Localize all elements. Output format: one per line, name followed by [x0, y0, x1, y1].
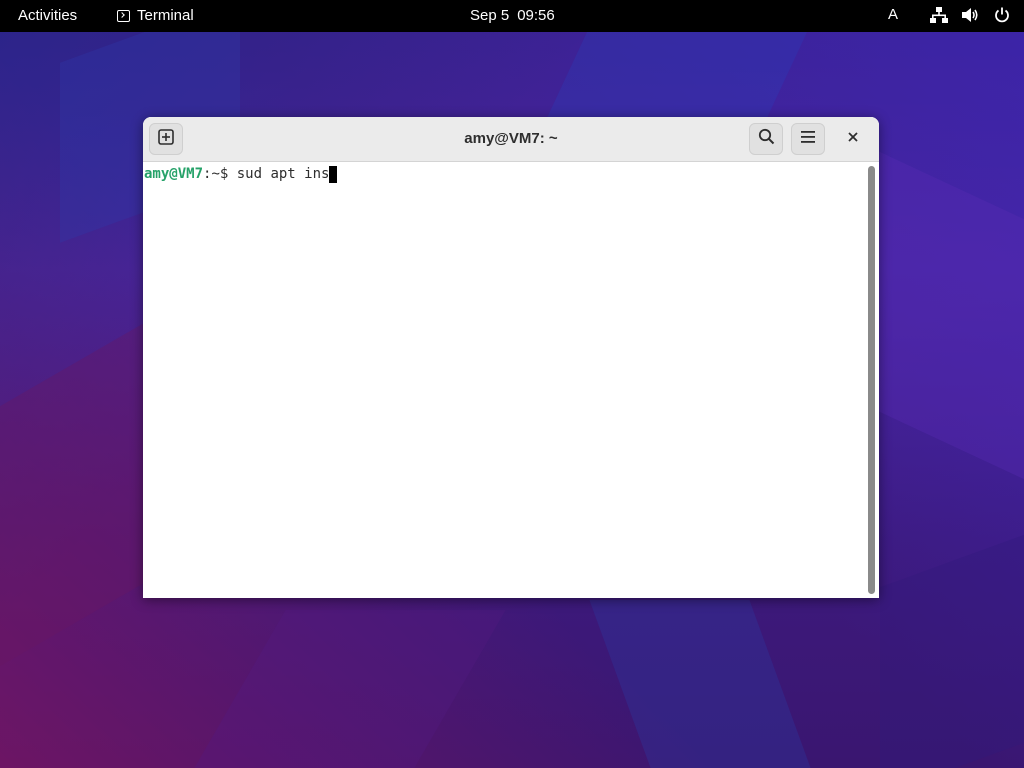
wallpaper-facet	[194, 610, 506, 768]
wallpaper-facet	[880, 532, 1024, 768]
wallpaper-facet	[589, 600, 811, 768]
window-headerbar[interactable]: amy@VM7: ~	[143, 117, 879, 162]
prompt-path: :~$	[203, 166, 237, 182]
close-icon	[847, 130, 859, 148]
scrollbar-thumb[interactable]	[868, 166, 875, 594]
command-line: amy@VM7:~$ sud apt ins	[144, 165, 338, 183]
wallpaper-facet	[0, 313, 160, 667]
search-icon	[758, 128, 775, 150]
typed-command: sud apt ins	[236, 166, 330, 182]
terminal-output-area[interactable]: amy@VM7:~$ sud apt ins	[143, 162, 865, 598]
power-icon	[994, 7, 1010, 23]
app-menu-label: Terminal	[137, 7, 194, 24]
terminal-app-icon	[117, 9, 130, 22]
clock-time: 09:56	[517, 7, 555, 24]
terminal-scrollbar[interactable]	[865, 162, 879, 598]
terminal-window: amy@VM7: ~ amy@VM7:~$ sud apt ins	[143, 117, 879, 598]
app-menu-button[interactable]: Terminal	[117, 7, 194, 24]
activities-button[interactable]: Activities	[18, 7, 77, 24]
main-menu-button[interactable]	[791, 123, 825, 155]
input-source-indicator[interactable]: A	[888, 6, 898, 23]
prompt-user-host: amy@VM7	[144, 166, 204, 182]
clock-date: Sep 5	[470, 7, 510, 24]
search-button[interactable]	[749, 123, 783, 155]
clock-button[interactable]: Sep 5 09:56	[470, 7, 555, 24]
text-cursor	[329, 166, 338, 183]
close-window-button[interactable]	[841, 127, 865, 151]
volume-icon	[962, 7, 980, 23]
system-tray[interactable]: A	[888, 6, 1010, 23]
network-icon	[930, 6, 948, 23]
hamburger-menu-icon	[800, 130, 816, 149]
top-bar: Activities Terminal Sep 5 09:56 A	[0, 0, 1024, 32]
